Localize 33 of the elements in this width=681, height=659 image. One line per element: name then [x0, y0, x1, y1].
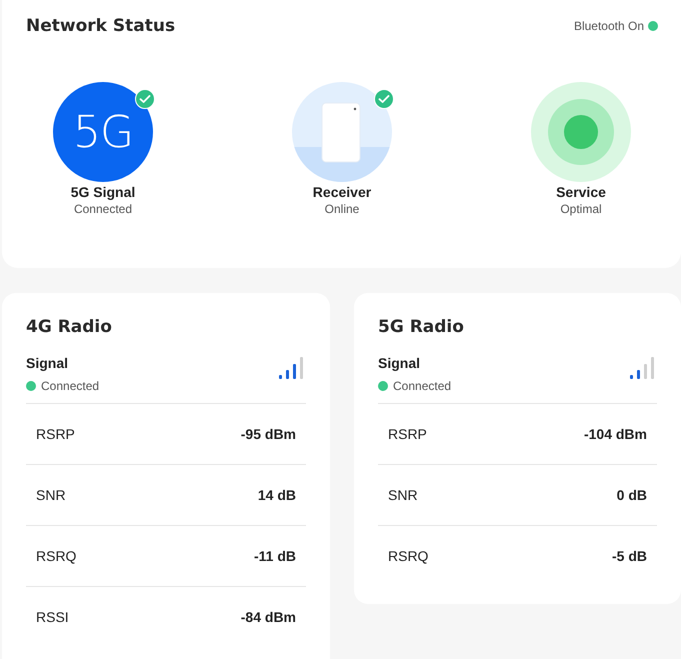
status-text: Online	[324, 202, 360, 216]
metric-value: -104 dBm	[584, 426, 647, 442]
metric-value: -11 dB	[254, 548, 296, 564]
card-title: 5G Radio	[378, 317, 465, 337]
metric-name: SNR	[36, 487, 66, 503]
metric-value: -5 dB	[612, 548, 647, 564]
metric-value: -84 dBm	[240, 609, 296, 625]
5g-badge: 5G	[53, 82, 153, 182]
signal-status: Connected	[393, 379, 452, 393]
status-dot	[26, 381, 36, 391]
metric-value: 0 dB	[616, 487, 647, 503]
metric-name: RSRP	[36, 426, 75, 442]
metric-name: SNR	[388, 487, 418, 503]
metric-name: RSSI	[36, 609, 69, 625]
metric-name: RSRQ	[36, 548, 76, 564]
status-label: Service	[556, 184, 606, 200]
bluetooth-status: Bluetooth On	[574, 19, 644, 33]
signal-label: Signal	[378, 355, 422, 371]
status-text: Optimal	[560, 202, 602, 216]
status-dot	[648, 21, 658, 31]
status-label: Receiver	[312, 184, 372, 200]
status-text: Connected	[74, 202, 132, 216]
signal-status: Connected	[41, 379, 100, 393]
service-target-icon	[531, 82, 631, 182]
status-dot	[378, 381, 388, 391]
metric-value: 14 dB	[258, 487, 296, 503]
metric-value: -95 dBm	[240, 426, 296, 442]
metric-name: RSRQ	[388, 548, 428, 564]
card-title: 4G Radio	[26, 317, 113, 337]
signal-label: Signal	[26, 355, 70, 371]
status-label: 5G Signal	[70, 184, 136, 200]
metric-name: RSRP	[388, 426, 427, 442]
panel-title: Network Status	[26, 16, 176, 36]
